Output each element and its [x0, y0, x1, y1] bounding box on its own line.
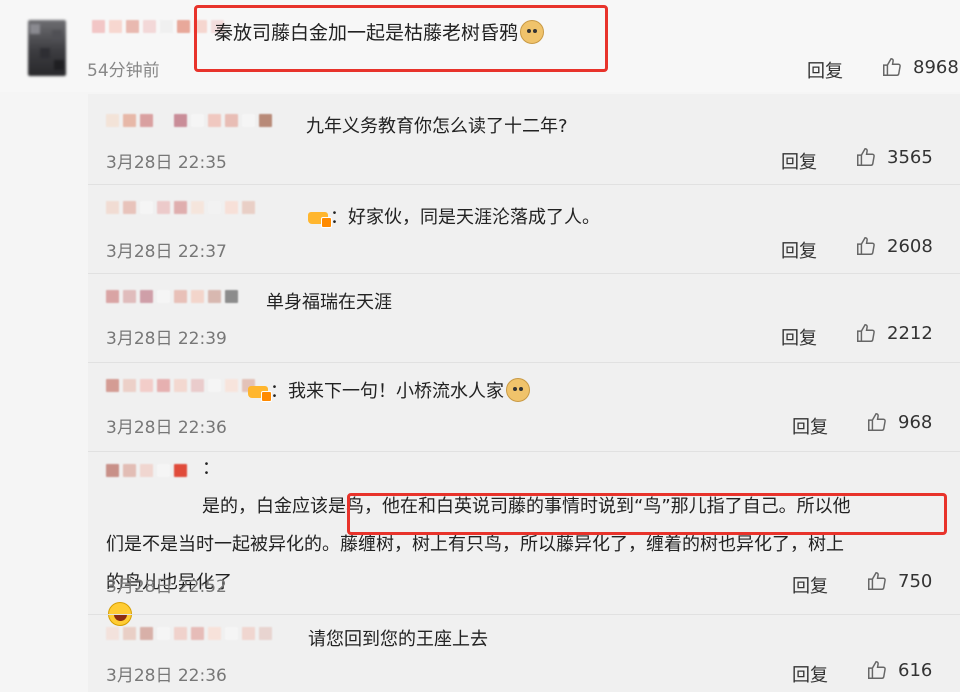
like-count: 616 — [898, 659, 933, 681]
thumbs-up-icon — [868, 661, 886, 679]
reply-button[interactable]: 回复 — [781, 324, 817, 350]
thumbs-up-icon — [868, 413, 886, 431]
reply-button[interactable]: 回复 — [792, 661, 828, 687]
reply-button[interactable]: 回复 — [792, 413, 828, 439]
thumbs-up-icon — [883, 58, 901, 76]
comment-text: 请您回到您的王座上去 — [308, 629, 488, 650]
comment-text: ：好家伙，同是天涯沦落成了人。 — [308, 203, 600, 229]
username-blurred[interactable] — [106, 290, 238, 303]
highlight-box — [347, 493, 947, 535]
comment-time: 3月28日 22:52 — [106, 577, 227, 597]
like-button[interactable]: 616 — [866, 659, 932, 681]
username-blurred[interactable] — [106, 379, 255, 392]
thumbs-up-icon — [857, 324, 875, 342]
like-button[interactable]: 750 — [866, 570, 932, 592]
doge-icon — [506, 378, 530, 402]
thumbs-up-icon — [857, 237, 875, 255]
comment-time: 54分钟前 — [87, 61, 160, 81]
list-item: 九年义务教育你怎么读了十二年? 3月28日 22:35 回复 3565 — [88, 94, 960, 184]
highlight-box — [194, 5, 608, 72]
reply-list: 九年义务教育你怎么读了十二年? 3月28日 22:35 回复 3565 ：好家伙… — [88, 94, 960, 692]
thumbs-up-icon — [857, 148, 875, 166]
like-count: 968 — [898, 411, 933, 433]
reply-button[interactable]: 回复 — [807, 57, 843, 83]
like-count: 2608 — [887, 235, 933, 257]
comment-text: ：我来下一句！小桥流水人家 — [248, 377, 530, 403]
reply-button[interactable]: 回复 — [781, 148, 817, 174]
like-button[interactable]: 3565 — [855, 146, 933, 168]
crown-badge-icon — [308, 208, 332, 228]
comment-text: 九年义务教育你怎么读了十二年? — [306, 116, 568, 137]
username-blurred[interactable] — [106, 201, 255, 214]
like-count: 750 — [898, 570, 933, 592]
list-item: 请您回到您的王座上去 3月28日 22:36 回复 616 — [88, 615, 960, 692]
comment-text: ：是的，白金应该是鸟，他在和白英说司藤的事情时说到“鸟”那儿指了自己。所以他 们… — [106, 450, 946, 626]
comment-time: 3月28日 22:36 — [106, 418, 227, 438]
username-blurred[interactable] — [106, 114, 272, 127]
like-button[interactable]: 2608 — [855, 235, 933, 257]
like-button[interactable]: 968 — [866, 411, 932, 433]
reply-button[interactable]: 回复 — [792, 572, 828, 598]
list-item: 单身福瑞在天涯 3月28日 22:39 回复 2212 — [88, 274, 960, 362]
avatar[interactable] — [28, 20, 66, 76]
top-comment: 54分钟前 秦放司藤白金加一起是枯藤老树昏鸦 回复 8968 — [0, 0, 960, 92]
list-item: ：好家伙，同是天涯沦落成了人。 3月28日 22:37 回复 2608 — [88, 185, 960, 273]
comment-time: 3月28日 22:35 — [106, 153, 227, 173]
comment-time: 3月28日 22:36 — [106, 666, 227, 686]
like-button[interactable]: 8968 — [881, 56, 959, 78]
thumbs-up-icon — [868, 572, 886, 590]
like-button[interactable]: 2212 — [855, 322, 933, 344]
like-count: 2212 — [887, 322, 933, 344]
comment-time: 3月28日 22:37 — [106, 242, 227, 262]
username-blurred[interactable] — [106, 627, 272, 640]
comment-time: 3月28日 22:39 — [106, 329, 227, 349]
comment-text: 单身福瑞在天涯 — [266, 292, 392, 313]
reply-button[interactable]: 回复 — [781, 237, 817, 263]
like-count: 3565 — [887, 146, 933, 168]
like-count: 8968 — [913, 56, 959, 78]
crown-badge-icon — [248, 382, 272, 402]
list-item: ：我来下一句！小桥流水人家 3月28日 22:36 回复 968 — [88, 363, 960, 451]
